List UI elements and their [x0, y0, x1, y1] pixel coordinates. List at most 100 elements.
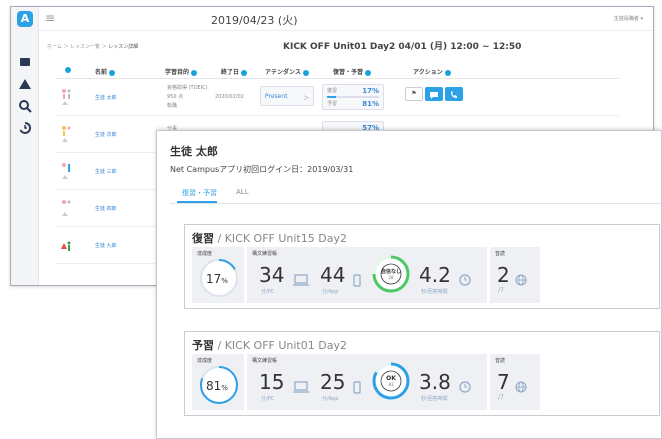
attendance-select[interactable]: Present ＞ [260, 86, 314, 106]
pc-minutes: 34 [259, 263, 285, 287]
achievement-value: 17% [206, 272, 228, 286]
globe-icon [515, 274, 527, 286]
syntax-label: 構文練習帳 [252, 358, 278, 364]
col-purpose: 学習目的 [165, 67, 198, 76]
col-review: 復習・予習 [333, 67, 372, 76]
purpose-line: 資格取得 (TOEIC) [167, 85, 208, 91]
phone-icon [353, 381, 361, 394]
syntax-panel: 構文練習帳 34 分/PC 44 分/App 自信なし 28 4.2 秒/回答時… [247, 247, 487, 303]
search-icon[interactable] [18, 99, 32, 113]
student-name-link[interactable]: 生徒 四郎 [95, 205, 117, 212]
student-name-link[interactable]: 生徒 九郎 [95, 242, 117, 249]
pc-unit: 分/PC [261, 289, 275, 295]
reading-count: 2 [497, 263, 510, 287]
review-bar [327, 96, 379, 98]
student-detail-panel: 生徒 太郎 Net Campusアプリ初回ログイン日：2019/03/31 復習… [156, 130, 662, 439]
first-login-date: Net Campusアプリ初回ログイン日：2019/03/31 [170, 165, 354, 174]
reading-panel: 音読 2 /7 [490, 247, 540, 303]
achievement-label: 達成度 [197, 251, 213, 257]
preview-label: 予習 [327, 101, 338, 107]
reading-label: 音読 [495, 251, 506, 257]
review-lesson: / KICK OFF Unit15 Day2 [214, 232, 347, 245]
answer-speed: 3.8 [419, 370, 451, 394]
tab-review-preview[interactable]: 復習・予習 [182, 188, 217, 198]
app-unit: 分/App [322, 289, 339, 295]
globe-icon [515, 381, 527, 393]
flag-button[interactable]: ⚑ [405, 87, 423, 101]
reading-panel: 音読 7 /7 [490, 354, 540, 410]
answer-speed: 4.2 [419, 263, 451, 287]
laptop-icon [293, 381, 309, 393]
tab-all[interactable]: ALL [236, 188, 249, 196]
menu-icon[interactable]: ≡ [45, 11, 55, 25]
status-person-icon [62, 200, 71, 216]
review-percent: 17% [362, 87, 379, 95]
attendance-value: Present [265, 93, 288, 100]
breadcrumb-home[interactable]: ホーム [47, 44, 62, 50]
col-name: 名前 [95, 67, 116, 76]
user-name: 生徒役職者 [613, 16, 639, 22]
student-name-link[interactable]: 生徒 次郎 [95, 131, 117, 138]
app-unit: 分/App [322, 396, 339, 402]
confidence-count: 83 [388, 382, 394, 387]
purpose-line: 950 点 [167, 94, 184, 100]
preview-title: 予習 / KICK OFF Unit01 Day2 [192, 337, 347, 353]
chevron-right-icon: ＞ [302, 95, 309, 102]
end-date: 2020/02/02 [215, 94, 244, 100]
active-tab-indicator [177, 201, 217, 203]
pc-minutes: 15 [259, 370, 285, 394]
col-end: 終了日 [221, 67, 248, 76]
speed-unit: 秒/回答時間 [421, 289, 448, 295]
status-person-icon [62, 163, 70, 179]
review-bar-fill [327, 96, 336, 98]
student-name-link[interactable]: 生徒 三郎 [95, 168, 117, 175]
clock-icon [459, 274, 471, 286]
chat-button[interactable] [425, 87, 443, 101]
phone-icon [353, 274, 361, 287]
table-row[interactable]: 生徒 太郎 資格取得 (TOEIC) 950 点 転職 2020/02/02 P… [55, 79, 619, 116]
breadcrumb-lessons[interactable]: レッスン一覧 [70, 44, 100, 50]
col-attendance: アテンダンス [265, 67, 309, 76]
breadcrumb-current: レッスン詳細 [108, 44, 139, 50]
preview-section: 予習 / KICK OFF Unit01 Day2 達成度 81% 構文練習帳 … [184, 331, 660, 416]
review-label: 復習 [327, 88, 338, 94]
review-progress[interactable]: 復習 17% 予習 81% [322, 84, 384, 110]
phone-icon [451, 91, 457, 98]
tab-bar: 復習・予習 ALL [170, 186, 661, 204]
pc-unit: 分/PC [261, 396, 275, 402]
clock-icon [459, 381, 471, 393]
status-help-icon[interactable] [65, 67, 71, 73]
achievement-value: 81% [206, 379, 228, 393]
student-name-link[interactable]: 生徒 太郎 [95, 94, 117, 101]
student-name: 生徒 太郎 [170, 145, 218, 158]
review-title: 復習 / KICK OFF Unit15 Day2 [192, 230, 347, 246]
laptop-icon [293, 274, 309, 286]
user-menu[interactable]: 生徒役職者 ▾ [614, 15, 643, 22]
lesson-title: KICK OFF Unit01 Day2 04/01 (月) 12:00 ~ 1… [283, 42, 522, 52]
achievement-panel: 達成度 81% [192, 354, 244, 410]
confidence-label: OK [386, 375, 396, 382]
call-button[interactable] [445, 87, 463, 101]
status-person-icon [62, 89, 71, 105]
app-logo-icon[interactable]: A [17, 11, 33, 27]
review-heading: 復習 [192, 232, 214, 245]
reading-total: /7 [498, 287, 504, 294]
reading-total: /7 [498, 394, 504, 401]
chat-icon [430, 92, 438, 99]
achievement-panel: 達成度 17% [192, 247, 244, 303]
preview-percent: 81% [362, 100, 379, 108]
table-header: 名前 学習目的 終了日 アテンダンス 復習・予習 アクション [55, 61, 619, 79]
app-minutes: 44 [320, 263, 346, 287]
col-action: アクション [413, 67, 451, 76]
top-bar: ≡ 2019/04/23 (火) 生徒役職者 ▾ [39, 7, 653, 31]
book-icon[interactable] [18, 55, 32, 69]
warning-icon[interactable] [18, 77, 32, 91]
status-person-icon [61, 241, 71, 251]
preview-lesson: / KICK OFF Unit01 Day2 [214, 339, 347, 352]
purpose-line: 転職 [167, 103, 178, 109]
breadcrumb: ホーム ＞ レッスン一覧 ＞ レッスン詳細 [47, 44, 139, 50]
confidence-count: 28 [388, 275, 394, 280]
confidence-label: 自信なし [380, 269, 401, 275]
syntax-panel: 構文練習帳 15 分/PC 25 分/App OK 83 3.8 秒/回答時間 [247, 354, 487, 410]
history-icon[interactable] [18, 121, 32, 135]
